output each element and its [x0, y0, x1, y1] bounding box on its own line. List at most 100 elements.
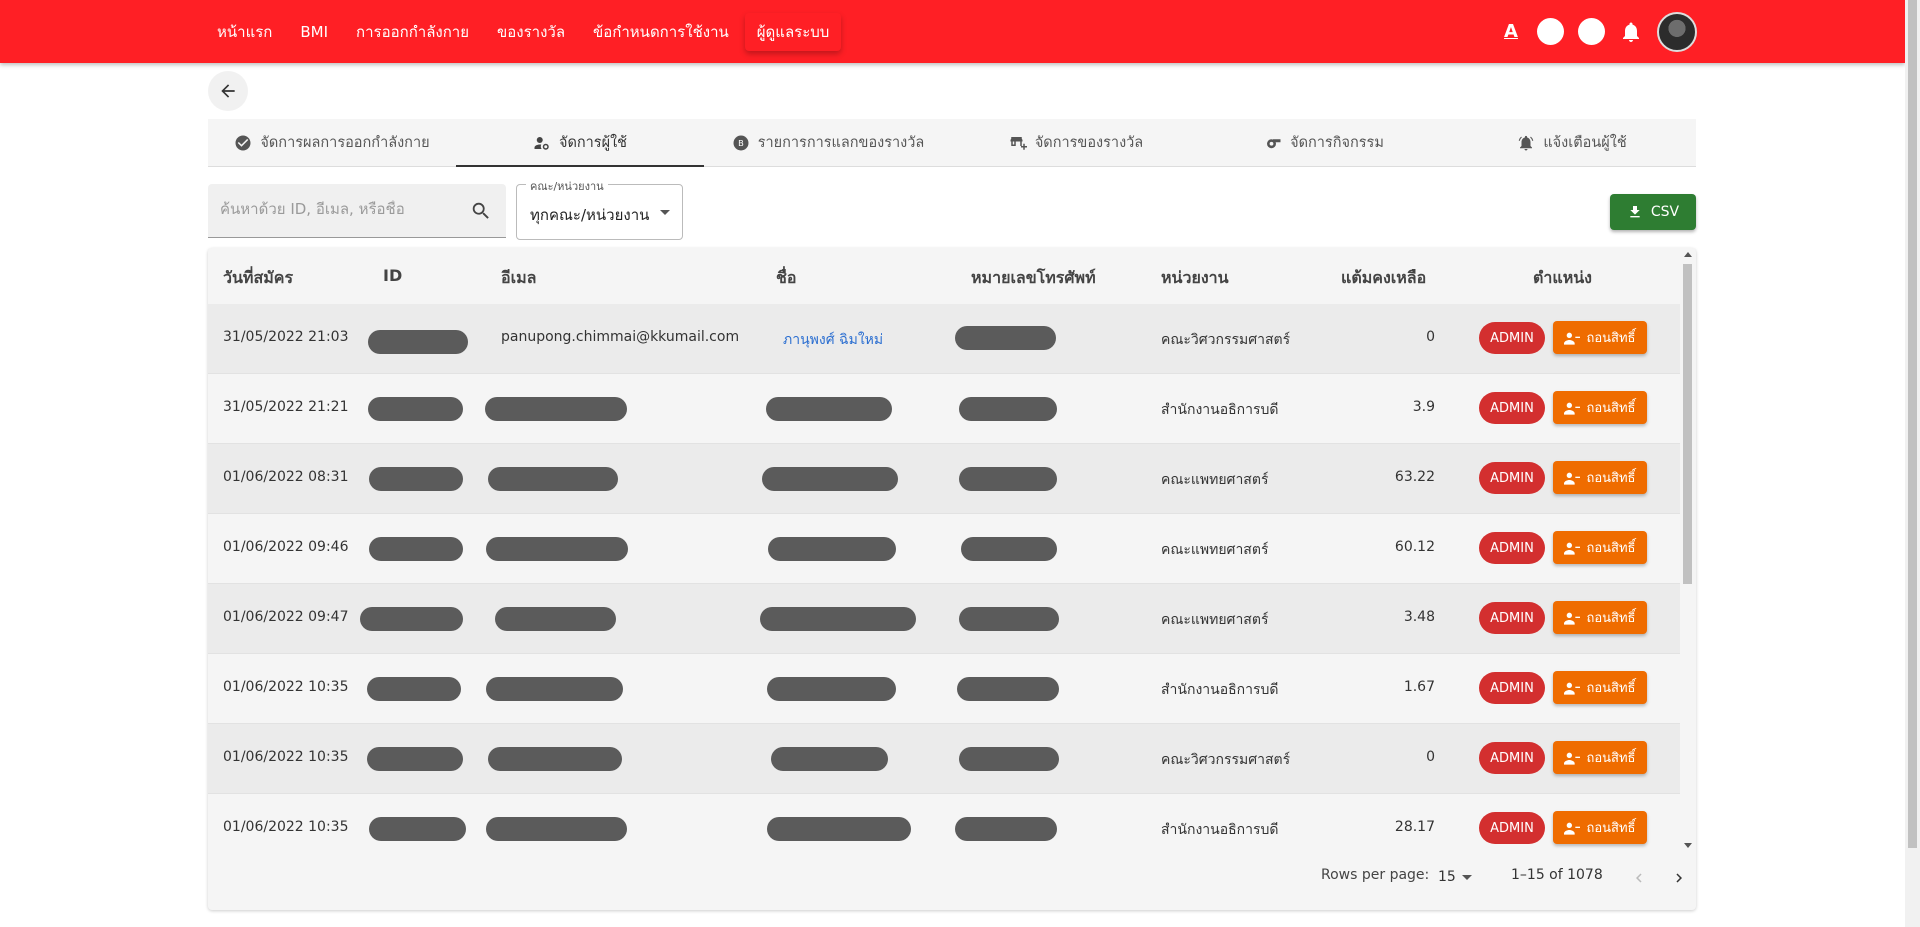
svg-text:B: B [738, 138, 744, 148]
csv-button-label: CSV [1650, 204, 1680, 220]
nav-terms[interactable]: ข้อกำหนดการใช้งาน [581, 13, 741, 51]
department-select[interactable]: คณะ/หน่วยงาน ทุกคณะ/หน่วยงาน [516, 177, 683, 240]
redacted-email [488, 467, 618, 491]
cell-email: panupong.chimmai@kkumail.com [501, 329, 740, 345]
redacted-name [766, 397, 892, 421]
rows-per-page-select[interactable]: 15 [1438, 869, 1472, 885]
search-field [208, 184, 506, 238]
tab-manage-users[interactable]: จัดการผู้ใช้ [456, 119, 704, 167]
language-toggle-button[interactable] [1578, 18, 1605, 45]
role-admin-chip: ADMIN [1479, 812, 1545, 844]
nav-home[interactable]: หน้าแรก [205, 13, 284, 51]
revoke-admin-button[interactable]: ถอนสิทธิ์ [1553, 811, 1647, 844]
search-input[interactable] [220, 200, 460, 218]
cell-dept: สำนักงานอธิการบดี [1161, 682, 1279, 698]
nav-admin[interactable]: ผู้ดูแลระบบ [745, 13, 842, 51]
revoke-admin-button[interactable]: ถอนสิทธิ์ [1553, 321, 1647, 354]
revoke-admin-button[interactable]: ถอนสิทธิ์ [1553, 391, 1647, 424]
tab-notify-users[interactable]: แจ้งเตือนผู้ใช้ [1448, 119, 1696, 166]
cell-date: 01/06/2022 10:35 [223, 749, 349, 765]
cell-name-link[interactable]: ภานุพงศ์ ฉิมใหม่ [783, 329, 883, 351]
tab-exercise-results[interactable]: จัดการผลการออกกำลังกาย [208, 119, 456, 166]
tab-manage-rewards[interactable]: จัดการของรางวัล [952, 119, 1200, 166]
redacted-phone [961, 537, 1057, 561]
revoke-admin-button[interactable]: ถอนสิทธิ์ [1553, 671, 1647, 704]
header-email[interactable]: อีเมล [501, 266, 536, 291]
revoke-admin-button[interactable]: ถอนสิทธิ์ [1553, 741, 1647, 774]
rows-per-page-value: 15 [1438, 869, 1456, 885]
revoke-admin-button[interactable]: ถอนสิทธิ์ [1553, 531, 1647, 564]
table-scrollbar-thumb[interactable] [1683, 264, 1692, 584]
whistle-icon [1267, 138, 1281, 148]
tab-redeem-list[interactable]: B รายการการแลกของรางวัล [704, 119, 952, 166]
previous-page-button[interactable] [1625, 864, 1653, 892]
header-role[interactable]: ตำแหน่ง [1533, 266, 1592, 291]
redacted-phone [959, 747, 1059, 771]
redacted-name [767, 817, 911, 841]
cell-date: 01/06/2022 10:35 [223, 679, 349, 695]
redacted-name [767, 677, 896, 701]
redacted-id [367, 677, 461, 701]
cell-dept: คณะแพทยศาสตร์ [1161, 542, 1269, 558]
scroll-down-icon[interactable] [1684, 843, 1692, 848]
arrow-back-icon [221, 84, 235, 98]
scroll-up-icon[interactable] [1684, 252, 1692, 257]
tab-label: จัดการผลการออกกำลังกาย [260, 135, 430, 151]
table-row: 31/05/2022 21:03 panupong.chimmai@kkumai… [208, 304, 1680, 374]
revoke-label: ถอนสิทธิ์ [1586, 401, 1636, 416]
table-row: 31/05/2022 21:21 สำนักงานอธิการบดี 3.9 A… [208, 374, 1680, 444]
revoke-label: ถอนสิทธิ์ [1586, 541, 1636, 556]
person-remove-icon [1564, 822, 1581, 835]
window-scrollbar-thumb[interactable] [1908, 0, 1917, 848]
caret-down-icon [660, 210, 670, 215]
cell-dept: คณะแพทยศาสตร์ [1161, 472, 1269, 488]
cell-dept: สำนักงานอธิการบดี [1161, 402, 1279, 418]
cell-date: 01/06/2022 09:46 [223, 539, 349, 555]
table-row: 01/06/2022 09:47 คณะแพทยศาสตร์ 3.48 ADMI… [208, 584, 1680, 654]
cell-date: 01/06/2022 10:35 [223, 819, 349, 835]
redacted-phone [959, 397, 1057, 421]
revoke-admin-button[interactable]: ถอนสิทธิ์ [1553, 461, 1647, 494]
redacted-id [367, 747, 463, 771]
header-phone[interactable]: หมายเลขโทรศัพท์ [971, 266, 1096, 291]
nav-bmi[interactable]: BMI [288, 13, 340, 51]
role-admin-chip: ADMIN [1479, 462, 1545, 494]
department-select-label: คณะ/หน่วยงาน [526, 177, 608, 195]
rows-per-page-label: Rows per page: [1321, 867, 1430, 883]
header-points[interactable]: แต้มคงเหลือ [1341, 266, 1426, 291]
header-dept[interactable]: หน่วยงาน [1161, 266, 1229, 291]
header-id[interactable]: ID [383, 266, 402, 285]
tab-manage-activities[interactable]: จัดการกิจกรรม [1200, 119, 1448, 166]
export-csv-button[interactable]: CSV [1610, 194, 1696, 230]
redacted-phone [959, 607, 1059, 631]
cell-points: 1.67 [1403, 679, 1435, 695]
redacted-email [486, 677, 623, 701]
tab-label: จัดการกิจกรรม [1290, 135, 1384, 151]
role-admin-chip: ADMIN [1479, 322, 1545, 354]
table-scrollbar[interactable] [1681, 250, 1694, 850]
header-date[interactable]: วันที่สมัคร [223, 266, 293, 291]
next-page-button[interactable] [1665, 864, 1693, 892]
tab-label: จัดการของรางวัล [1034, 135, 1144, 151]
table-row: 01/06/2022 08:31 คณะแพทยศาสตร์ 63.22 ADM… [208, 444, 1680, 514]
appbar-actions: A [1499, 0, 1697, 63]
search-icon[interactable] [470, 200, 492, 222]
cell-points: 0 [1426, 329, 1435, 345]
person-remove-icon [1564, 612, 1581, 625]
back-button[interactable] [208, 71, 248, 111]
notification-bell-icon[interactable] [1619, 20, 1643, 44]
user-avatar[interactable] [1657, 11, 1697, 52]
pagination: Rows per page: 15 1–15 of 1078 [208, 849, 1696, 910]
theme-toggle-button[interactable] [1537, 18, 1564, 45]
window-scrollbar[interactable] [1905, 0, 1920, 927]
revoke-admin-button[interactable]: ถอนสิทธิ์ [1553, 601, 1647, 634]
cell-points: 60.12 [1394, 539, 1435, 555]
department-select-value: ทุกคณะ/หน่วยงาน [530, 206, 650, 224]
cell-dept: คณะวิศวกรรมศาสตร์ [1161, 752, 1291, 768]
cell-points: 28.17 [1394, 819, 1435, 835]
header-name[interactable]: ชื่อ [776, 266, 796, 291]
redacted-id [360, 607, 463, 631]
font-size-icon[interactable]: A [1499, 21, 1523, 42]
nav-rewards[interactable]: ของรางวัล [485, 13, 577, 51]
nav-exercise[interactable]: การออกกำลังกาย [344, 13, 481, 51]
